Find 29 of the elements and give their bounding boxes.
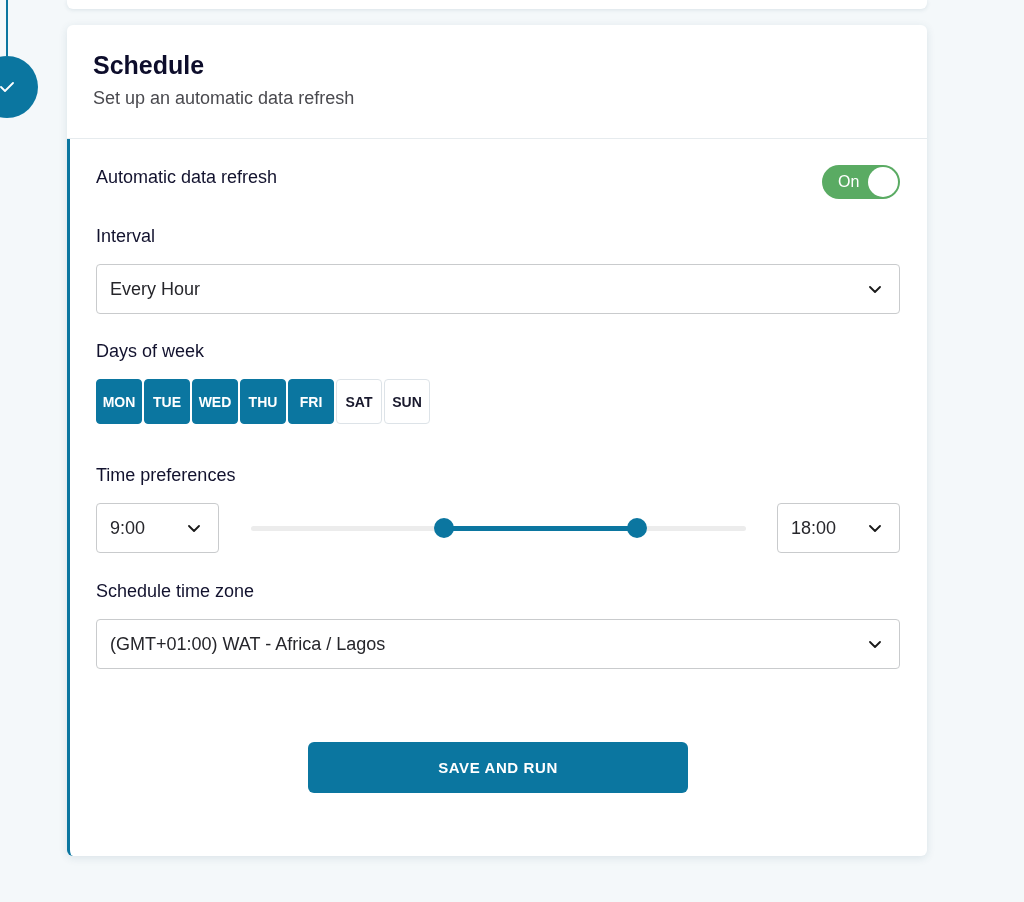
day-toggle[interactable]: SAT [336,379,382,424]
slider-handle[interactable] [627,518,648,538]
end-time-select[interactable]: 18:00 [777,503,900,553]
start-time-select[interactable]: 9:00 [96,503,219,553]
day-toggle[interactable]: THU [240,379,286,424]
day-toggle[interactable]: SUN [384,379,430,424]
field-label: Interval [96,225,156,248]
day-toggle[interactable]: TUE [144,379,190,424]
switch-knob [868,167,898,197]
toggle-switch[interactable]: On [822,165,900,199]
time-zone-select[interactable]: (GMT+01:00) WAT - Africa / Lagos [96,619,900,669]
chevron-down-icon [188,524,200,532]
field-label: Automatic data refresh [96,166,278,189]
interval-select[interactable]: Every Hour [96,264,900,314]
chevron-down-icon [869,524,881,532]
field-label: Time preferences [96,464,236,487]
slider-handle[interactable] [434,518,455,538]
day-toggle[interactable]: MON [96,379,142,424]
chevron-down-icon [869,640,881,648]
save-and-run-button[interactable]: SAVE AND RUN [308,742,688,793]
time-range-slider[interactable] [251,518,746,538]
chevron-down-icon [869,285,881,293]
day-toggle[interactable]: FRI [288,379,334,424]
card-title: Schedule [93,50,206,81]
step-connector-line [6,0,8,56]
field-label: Days of week [96,340,205,363]
day-toggle[interactable]: WED [192,379,238,424]
field-label: Schedule time zone [96,580,255,603]
card-subtitle: Set up an automatic data refresh [93,87,356,110]
